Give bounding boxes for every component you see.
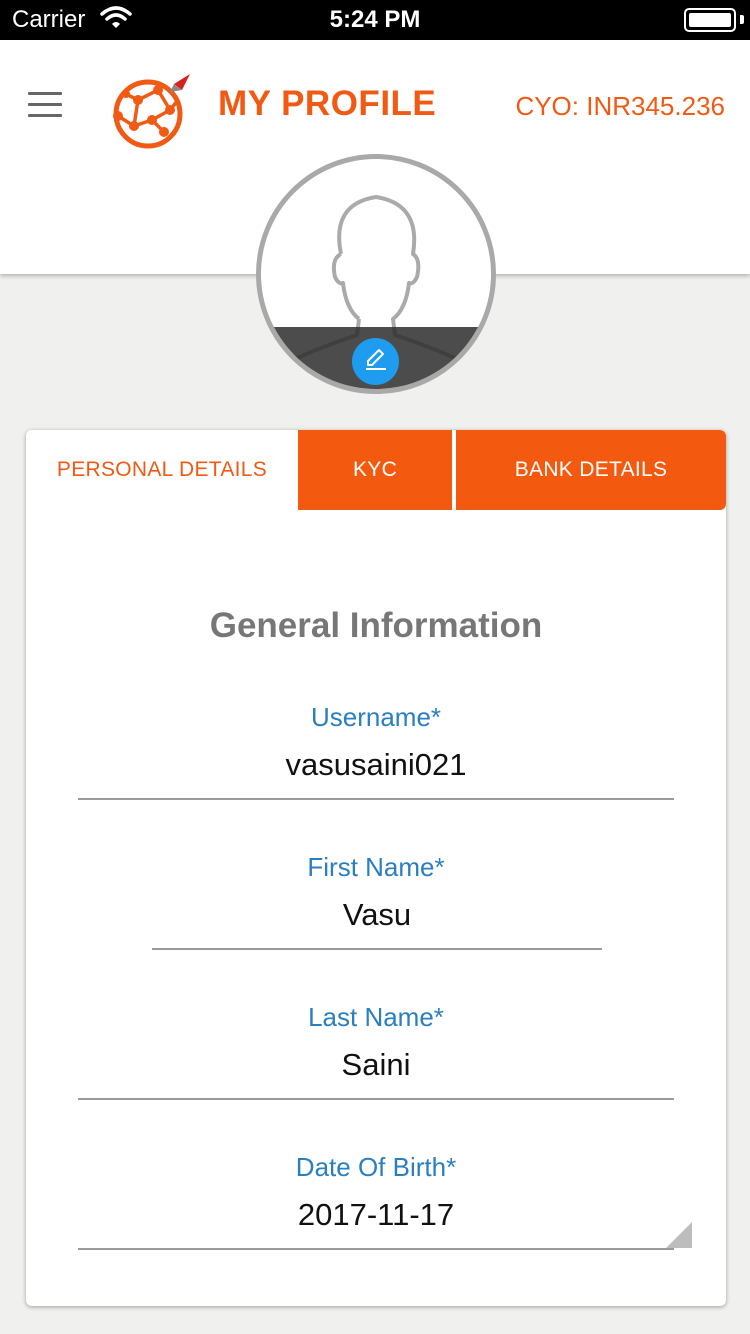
section-title: General Information: [209, 606, 543, 645]
last-name-label: Last Name*: [308, 1002, 444, 1032]
tab-personal-details[interactable]: PERSONAL DETAILS: [26, 430, 298, 510]
menu-icon[interactable]: [28, 92, 62, 118]
username-label: Username*: [310, 702, 442, 732]
profile-card: PERSONAL DETAILS KYC BANK DETAILS Genera…: [26, 430, 726, 1306]
dob-label: Date Of Birth*: [295, 1152, 457, 1182]
username-input[interactable]: [78, 744, 674, 800]
dob-input[interactable]: [78, 1194, 674, 1250]
page-title: MY PROFILE: [218, 84, 437, 123]
tab-bank-details[interactable]: BANK DETAILS: [456, 430, 726, 510]
tab-bar: PERSONAL DETAILS KYC BANK DETAILS: [26, 430, 726, 510]
status-time: 5:24 PM: [329, 6, 421, 33]
first-name-input[interactable]: [152, 894, 602, 950]
first-name-label: First Name*: [307, 852, 445, 882]
balance-label: CYO: INR345.236: [515, 91, 725, 121]
battery-tip: [740, 15, 744, 24]
edit-photo-button[interactable]: [352, 338, 399, 385]
status-bar: Carrier 5:24 PM: [0, 0, 750, 40]
last-name-input[interactable]: [78, 1044, 674, 1100]
logo-icon: [108, 70, 194, 152]
battery-icon: [684, 8, 736, 32]
dob-dropdown-corner-icon[interactable]: [666, 1222, 692, 1248]
tab-kyc[interactable]: KYC: [298, 430, 454, 510]
pencil-icon: [363, 346, 389, 377]
